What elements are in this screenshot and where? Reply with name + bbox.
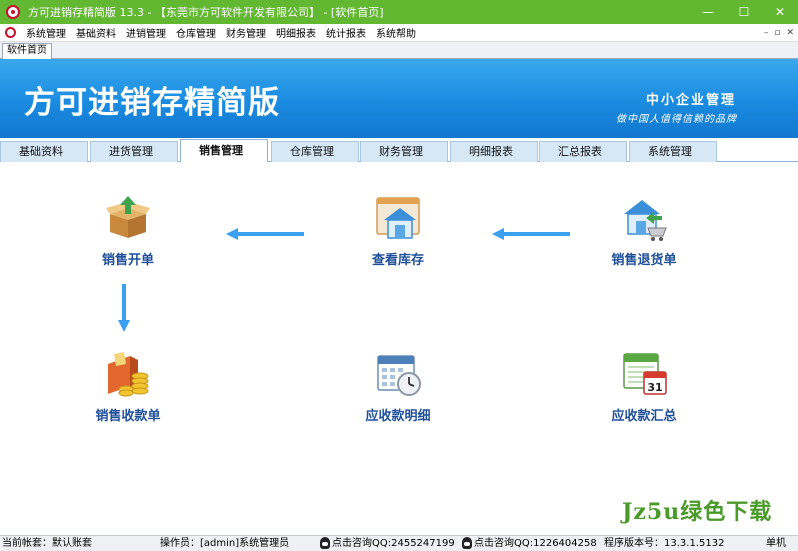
sales-order-label: 销售开单 <box>101 253 154 268</box>
receivable-detail-label: 应收款明细 <box>365 409 431 424</box>
status-version: 程序版本号：13.3.1.5132 <box>604 538 725 549</box>
status-edition: 单机 <box>766 538 786 549</box>
module-tab-bar: 基础资料 进货管理 销售管理 仓库管理 财务管理 明细报表 汇总报表 系统管理 <box>0 138 798 163</box>
status-qq-support-2[interactable]: 点击咨询QQ:1226404258 <box>462 537 597 551</box>
menu-warehouse[interactable]: 仓库管理 <box>171 25 221 40</box>
menu-help[interactable]: 系统帮助 <box>371 25 421 40</box>
tab-summary-report[interactable]: 汇总报表 <box>539 141 627 162</box>
menu-bar: 系统管理 基础资料 进销管理 仓库管理 财务管理 明细报表 统计报表 系统帮助 … <box>0 24 798 42</box>
status-operator: 操作员：[admin]系统管理员 <box>160 538 290 549</box>
return-cart-icon <box>624 200 667 241</box>
tab-basic-data[interactable]: 基础资料 <box>0 141 88 162</box>
flow-arrow-down <box>118 284 130 332</box>
qq-icon <box>462 537 472 549</box>
site-watermark: Jz5u绿色下载 <box>622 499 773 525</box>
check-stock-button[interactable]: 查看库存 <box>338 194 458 268</box>
status-qq-support-1[interactable]: 点击咨询QQ:2455247199 <box>320 537 455 551</box>
close-button[interactable]: ✕ <box>762 0 798 24</box>
doc-tab-home[interactable]: 软件首页 <box>2 43 52 59</box>
open-box-icon <box>106 196 150 238</box>
app-logo-icon[interactable] <box>6 5 20 19</box>
tab-sales[interactable]: 销售管理 <box>180 139 268 163</box>
qq-support-1-label: 点击咨询QQ:2455247199 <box>332 538 455 549</box>
sales-return-label: 销售退货单 <box>611 253 677 268</box>
mdi-minimize-button[interactable]: – <box>764 28 769 38</box>
title-bar: 方可进销存精简版 13.3 - 【东莞市方可软件开发有限公司】 - [软件首页]… <box>0 0 798 24</box>
qq-icon <box>320 537 330 549</box>
sales-order-button[interactable]: 销售开单 <box>68 194 188 268</box>
mdi-restore-button[interactable]: ▫ <box>774 28 780 38</box>
banner-tagline: 做中国人值得信赖的品牌 <box>616 114 737 125</box>
tab-finance[interactable]: 财务管理 <box>360 141 448 162</box>
calendar-clock-icon <box>377 355 421 396</box>
sales-return-button[interactable]: 销售退货单 <box>584 194 704 268</box>
calendar-day-number: 31 <box>647 381 662 394</box>
app-menu-icon[interactable] <box>5 27 16 38</box>
calendar-31-icon: 31 <box>623 353 667 395</box>
menu-system[interactable]: 系统管理 <box>21 25 71 40</box>
check-stock-label: 查看库存 <box>371 253 424 268</box>
tab-purchase[interactable]: 进货管理 <box>90 141 178 162</box>
tab-system[interactable]: 系统管理 <box>629 141 717 162</box>
tab-warehouse[interactable]: 仓库管理 <box>271 141 359 162</box>
status-account: 当前帐套：默认账套 <box>2 538 92 549</box>
banner-slogan: 中小企业管理 <box>646 93 737 108</box>
menu-finance[interactable]: 财务管理 <box>221 25 271 40</box>
menu-purchase-sales[interactable]: 进销管理 <box>121 25 171 40</box>
window-controls: — ☐ ✕ <box>690 0 798 24</box>
banner-title: 方可进销存精简版 <box>24 85 280 121</box>
window-title: 方可进销存精简版 13.3 - 【东莞市方可软件开发有限公司】 - [软件首页] <box>28 6 384 19</box>
status-bar: 当前帐套：默认账套 操作员：[admin]系统管理员 点击咨询QQ:245524… <box>0 535 798 551</box>
menu-detail-report[interactable]: 明细报表 <box>271 25 321 40</box>
coins-icon <box>108 352 149 397</box>
tab-detail-report[interactable]: 明细报表 <box>450 141 538 162</box>
receivable-detail-button[interactable]: 应收款明细 <box>338 350 458 424</box>
menu-basic-data[interactable]: 基础资料 <box>71 25 121 40</box>
mdi-close-button[interactable]: ✕ <box>786 28 794 38</box>
receivable-summary-button[interactable]: 31 应收款汇总 <box>584 350 704 424</box>
sales-receipt-button[interactable]: 销售收款单 <box>68 350 188 424</box>
maximize-button[interactable]: ☐ <box>726 0 762 24</box>
sales-receipt-label: 销售收款单 <box>95 409 161 424</box>
document-tab-strip: 软件首页 <box>0 42 798 59</box>
header-banner: 方可进销存精简版 中小企业管理 做中国人值得信赖的品牌 <box>0 59 798 138</box>
warehouse-icon <box>376 197 420 239</box>
flow-arrow-left-1 <box>226 228 304 240</box>
minimize-button[interactable]: — <box>690 0 726 24</box>
flow-arrow-left-2 <box>492 228 570 240</box>
menu-statistics[interactable]: 统计报表 <box>321 25 371 40</box>
qq-support-2-label: 点击咨询QQ:1226404258 <box>474 538 597 549</box>
sales-workspace: 销售开单 查看库存 销售退货单 销售收款单 应收款明细 31 应收款汇总 <box>0 162 798 535</box>
mdi-controls: – ▫ ✕ <box>764 24 794 42</box>
receivable-summary-label: 应收款汇总 <box>611 409 677 424</box>
